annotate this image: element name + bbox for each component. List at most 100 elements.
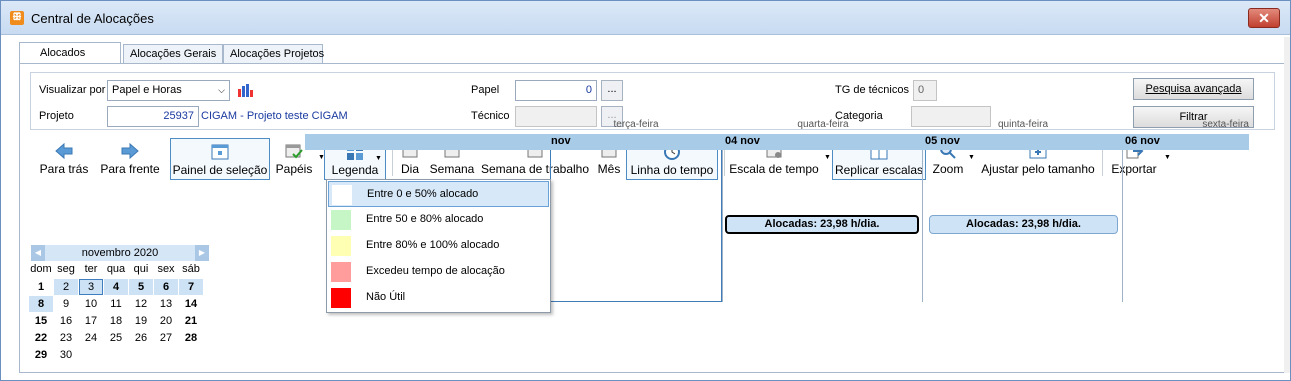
calendar-day[interactable]: 20: [154, 313, 178, 329]
calendar-day[interactable]: 3: [79, 279, 103, 295]
weekday-label: dom: [30, 263, 52, 275]
calendar-day[interactable]: 4: [104, 279, 128, 295]
calendar-day[interactable]: 16: [54, 313, 78, 329]
window-title: Central de Alocações: [31, 11, 154, 26]
day-row: nov 04 nov 05 nov 06 nov: [305, 134, 1249, 150]
calendar-day[interactable]: 18: [104, 313, 128, 329]
calendar-day[interactable]: 30: [54, 347, 78, 363]
legend-item[interactable]: Entre 0 e 50% alocado: [328, 181, 549, 207]
zoom-label: Zoom: [932, 162, 964, 176]
calendar-day[interactable]: 28: [179, 330, 203, 346]
legend-item[interactable]: Entre 80% e 100% alocado: [328, 233, 549, 259]
tab-alocacoes-projetos[interactable]: Alocações Projetos: [223, 44, 324, 64]
zoom-dropdown-icon[interactable]: ▼: [968, 154, 975, 161]
allocation-item[interactable]: Alocadas: 23,98 h/dia.: [929, 215, 1118, 234]
close-button[interactable]: ✕: [1248, 8, 1280, 28]
day-divider: [922, 150, 923, 302]
calendar-day[interactable]: 9: [54, 296, 78, 312]
para-frente-label: Para frente: [100, 162, 160, 176]
tg-field[interactable]: 0: [913, 80, 937, 101]
calendar-day[interactable]: 11: [104, 296, 128, 312]
arrow-right-icon: [121, 142, 139, 160]
day-label: 04 nov: [725, 135, 760, 147]
papel-field[interactable]: 0: [515, 80, 597, 101]
day-divider: [722, 150, 723, 302]
allocation-item[interactable]: Alocadas: 23,98 h/dia.: [725, 215, 919, 234]
escala-tempo-dropdown-icon[interactable]: ▼: [824, 154, 831, 161]
visualizar-label: Visualizar por: [39, 84, 106, 96]
replicar-escalas-label: Replicar escalas: [834, 163, 924, 177]
legend-item[interactable]: Excedeu tempo de alocação: [328, 259, 549, 285]
calendar-day[interactable]: 15: [29, 313, 53, 329]
weekday-label: ter: [84, 263, 98, 275]
calendar-day[interactable]: 7: [179, 279, 203, 295]
projeto-field[interactable]: 25937: [107, 106, 199, 127]
semana-label: Semana: [429, 162, 475, 176]
legend-item-label: Entre 0 e 50% alocado: [367, 188, 479, 200]
calendar-day[interactable]: 14: [179, 296, 203, 312]
calendar-day[interactable]: 26: [129, 330, 153, 346]
calendar-day[interactable]: 22: [29, 330, 53, 346]
calendar-day[interactable]: 25: [104, 330, 128, 346]
legend-item-label: Excedeu tempo de alocação: [366, 265, 505, 277]
calendar-day[interactable]: 1: [29, 279, 53, 295]
chevron-down-icon: ⌵: [218, 85, 225, 95]
title-bar: ꕥ Central de Alocações ✕: [1, 1, 1290, 35]
weekday-label: sáb: [182, 263, 200, 275]
painel-selecao-button[interactable]: Painel de seleção: [170, 138, 270, 180]
selected-day-cell[interactable]: [550, 150, 722, 302]
escala-tempo-label: Escala de tempo: [729, 162, 819, 176]
chart-icon[interactable]: [237, 83, 253, 100]
tg-label: TG de técnicos: [835, 84, 909, 96]
papeis-label: Papéis: [275, 162, 313, 176]
weekday-label: sex: [157, 263, 175, 275]
calendar-day[interactable]: 19: [129, 313, 153, 329]
weekday-header: quinta-feira: [997, 119, 1049, 130]
visualizar-value: Papel e Horas: [112, 84, 182, 96]
calendar-day[interactable]: 29: [29, 347, 53, 363]
visualizar-select[interactable]: Papel e Horas ⌵: [107, 80, 230, 101]
tecnico-label: Técnico: [471, 110, 510, 122]
calendar-grid: dom seg ter qua qui sex sáb 1 2 3 4 5 6 7 8 9 10 11 12 13 14…: [29, 245, 211, 365]
calendar-day[interactable]: 24: [79, 330, 103, 346]
legend-item[interactable]: Entre 50 e 80% alocado: [328, 207, 549, 233]
projeto-label: Projeto: [39, 110, 74, 122]
pesquisa-avancada-button[interactable]: Pesquisa avançada: [1133, 78, 1254, 100]
window-scrollbar[interactable]: [1284, 37, 1290, 373]
ajustar-label: Ajustar pelo tamanho: [981, 162, 1095, 176]
tab-alocados[interactable]: Alocados: [19, 42, 121, 65]
legend-item-label: Não Útil: [366, 291, 406, 303]
calendar-day[interactable]: 10: [79, 296, 103, 312]
tab-alocacoes-gerais[interactable]: Alocações Gerais: [123, 44, 223, 64]
legend-color-swatch: [331, 262, 351, 282]
para-tras-label: Para trás: [39, 162, 89, 176]
legend-color-swatch: [332, 185, 352, 205]
calendar-day[interactable]: 21: [179, 313, 203, 329]
calendar-day[interactable]: 23: [54, 330, 78, 346]
legenda-dropdown-icon: ▼: [375, 155, 382, 162]
calendar-day[interactable]: 13: [154, 296, 178, 312]
day-label: 05 nov: [925, 135, 960, 147]
calendar-day[interactable]: 17: [79, 313, 103, 329]
calendar-day[interactable]: 8: [29, 296, 53, 312]
para-frente-button[interactable]: Para frente: [98, 138, 162, 180]
weekday-label: seg: [57, 263, 75, 275]
calendar-day[interactable]: 12: [129, 296, 153, 312]
calendar-day[interactable]: 2: [54, 279, 78, 295]
exportar-dropdown-icon[interactable]: ▼: [1164, 154, 1171, 161]
papel-label: Papel: [471, 84, 500, 96]
main-window: ꕥ Central de Alocações ✕ Alocados Alocaç…: [0, 0, 1291, 381]
weekday-header: quarta-feira: [797, 119, 849, 130]
legend-color-swatch: [331, 288, 351, 308]
calendar-day[interactable]: 27: [154, 330, 178, 346]
painel-label: Painel de seleção: [172, 163, 268, 177]
legend-item[interactable]: Não Útil: [328, 285, 549, 311]
calendar-day[interactable]: 5: [129, 279, 153, 295]
app-icon: ꕥ: [10, 11, 24, 25]
legend-color-swatch: [331, 236, 351, 256]
para-tras-button[interactable]: Para trás: [34, 138, 94, 180]
day-label: nov: [551, 135, 571, 147]
legend-item-label: Entre 80% e 100% alocado: [366, 239, 500, 251]
papel-lookup-button[interactable]: ...: [601, 80, 623, 101]
calendar-day[interactable]: 6: [154, 279, 178, 295]
